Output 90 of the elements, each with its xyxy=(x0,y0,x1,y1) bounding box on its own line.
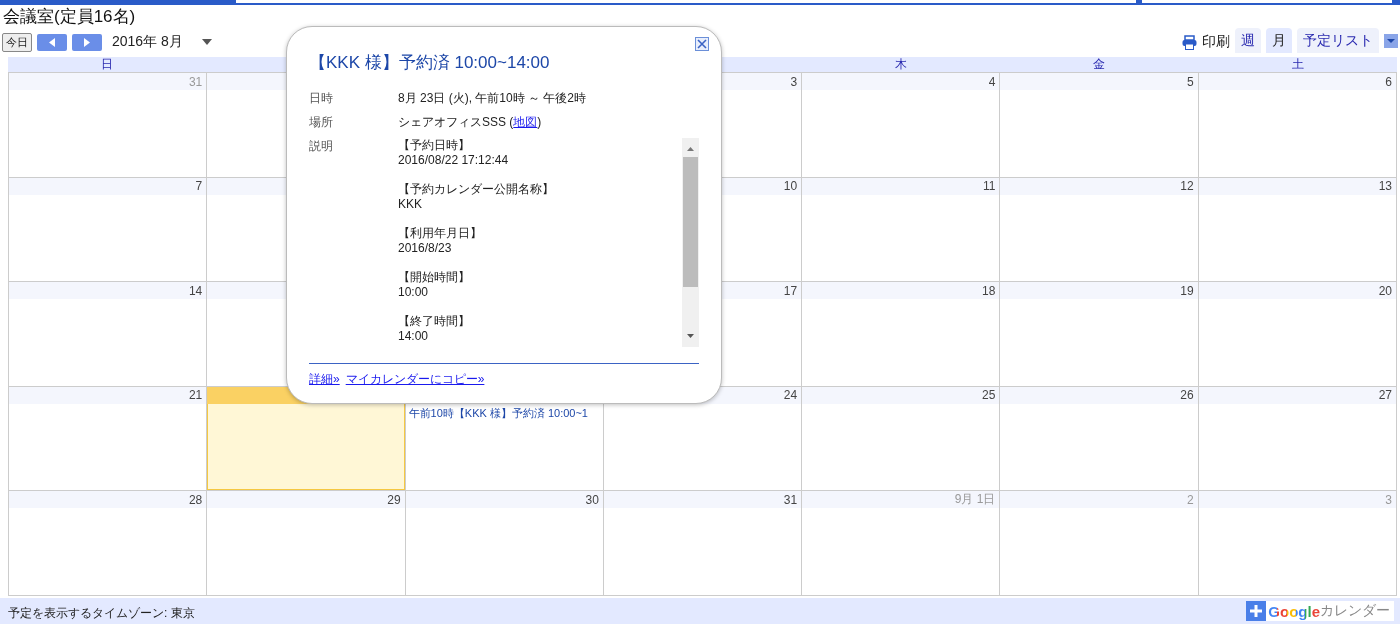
day-number: 31 xyxy=(783,492,798,507)
plus-icon xyxy=(1246,601,1267,621)
description-value: 2016/08/22 17:12:44 xyxy=(398,153,510,168)
day-number: 24 xyxy=(783,388,798,403)
day-number: 13 xyxy=(1378,179,1392,194)
day-number: 21 xyxy=(188,388,203,403)
description-heading: 【予約カレンダー公開名称】 xyxy=(398,182,555,197)
event-title: 【KKK 様】予約済 10:00~14:00 xyxy=(309,52,551,74)
day-number: 25 xyxy=(982,388,996,403)
day-number: 7 xyxy=(195,179,203,194)
caret-icon[interactable] xyxy=(201,39,212,45)
popup-link[interactable]: マイカレンダーにコピー» xyxy=(345,371,485,388)
next-button[interactable] xyxy=(72,33,102,51)
dropdown-icon[interactable] xyxy=(1384,34,1398,48)
event-entry[interactable]: 午前10時【KKK 様】予約済 10:00~1 xyxy=(405,403,603,423)
right-triangle-icon xyxy=(84,37,90,47)
day-cell[interactable]: 31 xyxy=(603,491,803,595)
description-heading: 【開始時間】 xyxy=(398,270,471,285)
previous-button[interactable] xyxy=(37,33,67,51)
weekday-label: 日 xyxy=(101,57,114,72)
day-number: 3 xyxy=(1385,492,1392,507)
field-label: 日時 xyxy=(309,90,334,107)
description-value: 2016/8/23 xyxy=(398,241,453,256)
weekday-label: 土 xyxy=(1291,57,1304,72)
description-heading: 【利用年月日】 xyxy=(398,226,483,241)
day-number: 10 xyxy=(783,179,798,194)
weekday-label: 木 xyxy=(894,57,907,72)
day-cell[interactable]: 25 xyxy=(802,386,1001,491)
calendar-title: 会議室(定員16名) xyxy=(2,6,137,28)
day-cell[interactable]: 21 xyxy=(9,386,208,491)
weekday-label: 金 xyxy=(1093,57,1106,72)
day-number: 29 xyxy=(387,492,401,507)
day-number: 27 xyxy=(1378,388,1392,403)
day-cell[interactable]: 26 xyxy=(1000,386,1199,491)
day-cell[interactable]: 19 xyxy=(1000,282,1199,386)
field-value: 8月 23日 (火), 午前10時 ～ 午後2時 xyxy=(398,90,588,107)
field-value: シェアオフィスSSS (地図) xyxy=(398,114,543,131)
description-heading: 【予約日時】 xyxy=(398,138,471,153)
close-icon[interactable] xyxy=(695,37,709,51)
day-number: 5 xyxy=(1187,74,1194,89)
day-cell[interactable]: 30 xyxy=(405,491,604,595)
day-number: 20 xyxy=(1378,283,1392,298)
day-cell[interactable]: 7 xyxy=(9,177,208,282)
view-tab[interactable]: 月 xyxy=(1266,28,1292,53)
day-cell[interactable]: 27 xyxy=(1198,386,1397,491)
day-cell[interactable]: 14 xyxy=(9,282,208,386)
day-number: 4 xyxy=(988,74,996,89)
day-cell[interactable]: 28 xyxy=(9,491,208,595)
day-number: 31 xyxy=(188,74,203,89)
printer-icon[interactable] xyxy=(1182,34,1197,50)
day-number: 30 xyxy=(585,492,599,507)
day-number: 28 xyxy=(188,492,203,507)
calendar-badge[interactable]: Googleカレンダー xyxy=(1246,601,1394,621)
day-number: 19 xyxy=(1180,283,1194,298)
left-triangle-icon xyxy=(49,37,55,47)
view-tab[interactable]: 週 xyxy=(1235,28,1261,53)
day-number: 26 xyxy=(1180,388,1194,403)
day-number: 17 xyxy=(783,283,798,298)
day-cell[interactable]: 13 xyxy=(1198,177,1397,282)
period-label: 2016年 8月 xyxy=(112,33,183,51)
day-cell[interactable]: 12 xyxy=(1000,177,1199,282)
day-cell[interactable]: 29 xyxy=(207,491,406,595)
day-number: 11 xyxy=(982,179,996,194)
today-button[interactable]: 今日 xyxy=(2,32,32,52)
day-number: 9月 1日 xyxy=(954,491,996,509)
field-label: 説明 xyxy=(309,138,334,155)
day-number: 12 xyxy=(1180,179,1194,194)
day-cell[interactable]: 20 xyxy=(1198,282,1397,386)
day-cell[interactable]: 11 xyxy=(802,177,1001,282)
day-cell[interactable]: 5 xyxy=(1000,73,1199,177)
view-tab[interactable]: 予定リスト xyxy=(1297,28,1379,53)
timezone-note: 予定を表示するタイムゾーン: 東京 xyxy=(8,605,195,622)
day-number: 14 xyxy=(188,283,203,298)
day-number: 6 xyxy=(1385,74,1392,89)
scrollbar[interactable] xyxy=(682,138,699,347)
day-cell[interactable]: 18 xyxy=(802,282,1001,386)
description-value: 14:00 xyxy=(398,329,430,344)
description-value: KKK xyxy=(398,197,423,212)
day-number: 2 xyxy=(1187,492,1194,507)
day-cell[interactable] xyxy=(207,386,406,491)
print-link[interactable]: 印刷 xyxy=(1202,33,1230,51)
description-heading: 【終了時間】 xyxy=(398,314,471,329)
day-number: 18 xyxy=(982,283,996,298)
field-label: 場所 xyxy=(309,114,334,131)
day-cell[interactable]: 4 xyxy=(802,73,1001,177)
popup-link[interactable]: 詳細» xyxy=(309,371,340,388)
day-number: 3 xyxy=(790,74,798,89)
description-value: 10:00 xyxy=(398,285,430,300)
map-link[interactable]: 地図 xyxy=(513,115,538,129)
day-cell[interactable]: 6 xyxy=(1198,73,1397,177)
